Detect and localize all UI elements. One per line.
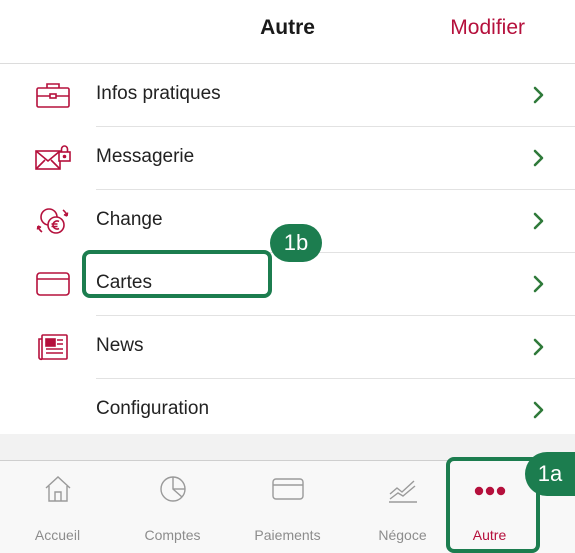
menu-item-label: Infos pratiques: [96, 83, 221, 104]
chevron-right-icon: [533, 401, 544, 419]
menu-item-messagerie[interactable]: Messagerie: [0, 127, 575, 190]
menu-item-label: Configuration: [96, 398, 210, 419]
briefcase-icon: [34, 79, 72, 111]
menu-item-infos-pratiques[interactable]: Infos pratiques: [0, 64, 575, 127]
tab-accueil[interactable]: Accueil: [0, 461, 115, 553]
currency-exchange-icon: [34, 205, 72, 237]
chevron-right-icon: [533, 86, 544, 104]
mail-lock-icon: [34, 142, 72, 174]
menu-item-configuration[interactable]: Configuration: [0, 379, 575, 442]
credit-card-icon: [34, 268, 72, 300]
chevron-right-icon: [533, 212, 544, 230]
home-icon: [0, 474, 115, 504]
tab-comptes[interactable]: Comptes: [115, 461, 230, 553]
tab-label: Accueil: [34, 527, 81, 543]
autre-step-badge: 1a: [525, 452, 575, 496]
nav-header: Autre Modifier: [0, 0, 575, 64]
tab-label: Comptes: [144, 527, 201, 543]
modify-button[interactable]: Modifier: [450, 16, 525, 40]
chevron-right-icon: [533, 338, 544, 356]
menu-item-label: Messagerie: [96, 146, 195, 167]
tab-label: Paiements: [254, 527, 321, 543]
menu-item-news[interactable]: News: [0, 316, 575, 379]
newspaper-icon: [34, 331, 72, 363]
card-icon: [230, 474, 345, 504]
app-screen: Autre Modifier Infos pratiques Messageri…: [0, 0, 575, 553]
tab-paiements[interactable]: Paiements: [230, 461, 345, 553]
menu-item-label: Change: [96, 209, 163, 230]
cards-step-badge: 1b: [270, 224, 322, 262]
cards-highlight-box: [82, 250, 272, 298]
chevron-right-icon: [533, 149, 544, 167]
pie-chart-icon: [115, 474, 230, 504]
menu-item-label: News: [96, 335, 144, 356]
chevron-right-icon: [533, 275, 544, 293]
